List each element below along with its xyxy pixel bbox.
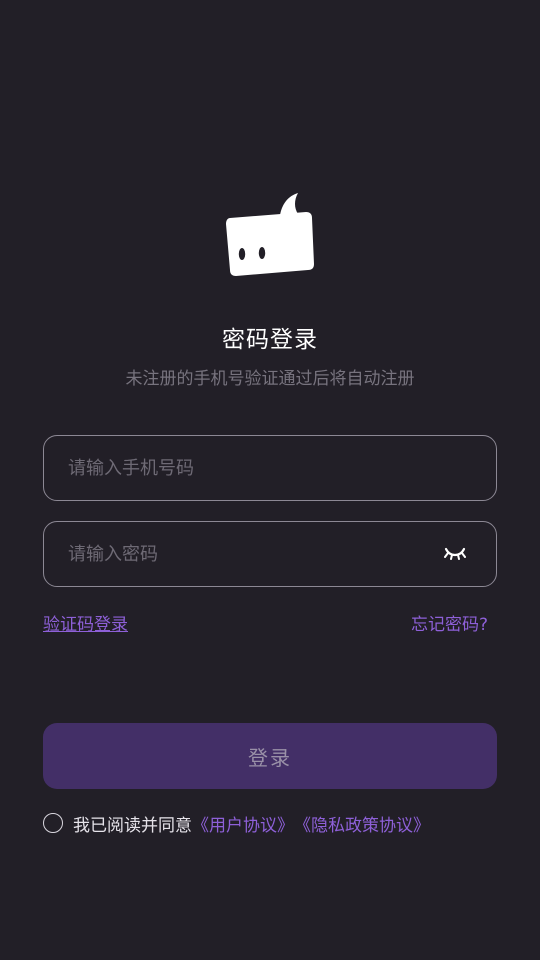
- agreement-text: 我已阅读并同意: [73, 815, 192, 836]
- login-button[interactable]: 登录: [43, 723, 497, 789]
- agreement-row: 我已阅读并同意 《用户协议》 《隐私政策协议》: [43, 811, 430, 836]
- password-input[interactable]: [44, 522, 496, 586]
- page-subtitle: 未注册的手机号验证通过后将自动注册: [125, 369, 415, 389]
- phone-field-container: [43, 435, 497, 501]
- privacy-policy-link[interactable]: 《隐私政策协议》: [294, 811, 430, 836]
- speech-bubble-logo-icon: [226, 193, 314, 276]
- user-agreement-link[interactable]: 《用户协议》: [192, 811, 294, 836]
- password-field-container: [43, 521, 497, 587]
- agreement-checkbox[interactable]: [43, 813, 63, 833]
- sms-login-link[interactable]: 验证码登录: [43, 610, 128, 635]
- eye-closed-icon[interactable]: [444, 545, 466, 563]
- login-screen: 密码登录 未注册的手机号验证通过后将自动注册 验证码登录 忘记密码? 登录 我已…: [0, 0, 540, 960]
- phone-input[interactable]: [44, 436, 496, 500]
- page-title: 密码登录: [222, 327, 318, 353]
- forgot-password-link[interactable]: 忘记密码?: [411, 610, 488, 635]
